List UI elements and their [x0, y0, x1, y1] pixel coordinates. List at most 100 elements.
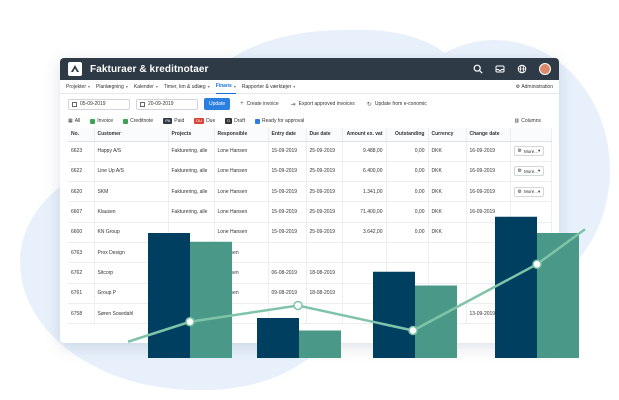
menu-item-timer[interactable]: Timer, km & udlæg ▾: [164, 80, 210, 94]
column-header[interactable]: Outstanding: [386, 128, 429, 142]
table-row[interactable]: 6758 Søren Sosedahl 101 13-09-2019: [68, 303, 552, 325]
table-row[interactable]: 6761 Group P Bertelsen 09-08-2019 18-08-2019: [68, 283, 552, 304]
cell-no: 6758: [68, 303, 95, 325]
cell-entry: [268, 303, 307, 325]
date-to-input[interactable]: 20-09-2019: [136, 98, 198, 110]
filter-creditnote[interactable]: Creditnote: [123, 118, 153, 124]
filter-draft[interactable]: D Draft: [225, 118, 245, 124]
draft-swatch-icon: D: [225, 118, 233, 124]
cell-customer: KN Group: [94, 222, 169, 243]
column-header[interactable]: No.: [68, 128, 95, 142]
cell-entry: 15-09-2019: [268, 201, 307, 223]
create-invoice-button[interactable]: + Create invoice: [240, 101, 278, 107]
cell-responsible: Lone Hansen: [214, 201, 269, 223]
cell-no: 6622: [68, 161, 95, 183]
avatar[interactable]: [539, 63, 551, 75]
more-button[interactable]: ⚙ More... ▾: [513, 186, 545, 197]
cell-currency: DKK: [428, 181, 467, 203]
columns-icon: ▥: [514, 118, 520, 124]
globe-icon[interactable]: [517, 64, 527, 74]
cell-amount: [342, 242, 387, 264]
more-button[interactable]: ⚙ More... ▾: [513, 166, 545, 177]
cell-no: 6623: [68, 141, 95, 162]
cell-no: 6763: [68, 242, 95, 264]
create-invoice-label: Create invoice: [246, 101, 279, 107]
filter-ready[interactable]: Ready for approval: [254, 118, 304, 124]
cell-customer: Group P: [94, 283, 169, 304]
table-row[interactable]: 6623 Happy A/S Fakturering, alle Lone Hanse…: [68, 141, 552, 162]
calendar-icon: [140, 101, 145, 107]
export-invoices-button[interactable]: ⇥ Export approved invoices: [291, 101, 355, 108]
column-header[interactable]: Currency: [428, 128, 467, 142]
cell-amount: 6.400,00: [342, 161, 387, 183]
table-row[interactable]: 6607 Klausen Fakturering, alle Lone Hansen 1…: [68, 201, 552, 223]
filter-paid[interactable]: PA Paid: [163, 118, 184, 124]
cell-action: [510, 303, 552, 325]
menu-item-planlaegning[interactable]: Planlægning ▾: [96, 80, 128, 94]
menu-item-kalender[interactable]: Kalender ▾: [134, 80, 158, 94]
table-row[interactable]: 6620 SKM Fakturering, alle Lone Hansen 15-09…: [68, 181, 552, 203]
cell-currency: [428, 242, 467, 264]
cell-entry: [268, 242, 307, 264]
cell-entry: 15-09-2019: [268, 141, 307, 162]
cell-no: 6600: [68, 222, 95, 243]
ready-swatch-icon: [254, 118, 260, 124]
more-label: More...: [523, 189, 538, 195]
search-icon[interactable]: [473, 64, 483, 74]
chevron-down-icon: ▾: [155, 84, 158, 89]
update-economic-button[interactable]: ↻ Update from e-conomic: [367, 101, 427, 108]
cell-due: [306, 242, 343, 264]
cell-outstanding: 0,00: [386, 222, 429, 243]
filter-draft-label: Draft: [234, 118, 245, 124]
column-header[interactable]: Entry date: [268, 128, 307, 142]
cell-project: [168, 303, 215, 325]
chevron-down-icon: ▾: [233, 83, 236, 89]
menu-item-rapporter[interactable]: Rapporter & værktøjer ▾: [242, 80, 295, 94]
chevron-down-icon: ▾: [538, 168, 541, 174]
filter-all[interactable]: ▦ All: [68, 118, 80, 124]
cell-amount: [342, 283, 387, 304]
column-header[interactable]: Customer: [94, 128, 169, 142]
table-row[interactable]: 6763 Prox Design Bertelsen: [68, 242, 552, 264]
filter-due-label: Due: [206, 118, 216, 124]
date-from-input[interactable]: 05-09-2019: [68, 98, 130, 110]
cell-change: [466, 283, 511, 304]
cell-responsible: Lone Hansen: [214, 161, 269, 183]
table-row[interactable]: 6762 Sitcorp Bertelsen 06-08-2019 18-08-2019: [68, 262, 552, 284]
cell-due: 25-09-2019: [306, 201, 343, 223]
cell-change: 16-09-2019: [466, 181, 511, 203]
cell-due: 25-09-2019: [306, 222, 343, 243]
cell-outstanding: 0,00: [386, 141, 429, 162]
menu-label: Kalender: [133, 83, 154, 90]
column-header[interactable]: Due date: [306, 128, 343, 142]
paid-swatch-icon: PA: [163, 118, 173, 124]
cell-due: 18-08-2019: [306, 283, 343, 304]
cell-entry: 15-09-2019: [268, 181, 307, 203]
column-header[interactable]: Change date: [466, 128, 511, 142]
more-button[interactable]: ⚙ More... ▾: [513, 146, 545, 157]
table-row[interactable]: 6600 KN Group Lone Hansen 15-09-2019 25-09-2…: [68, 222, 552, 243]
menu-label: Projekter: [66, 83, 87, 90]
inbox-icon[interactable]: [495, 64, 505, 74]
cell-currency: DKK: [428, 141, 467, 162]
column-header[interactable]: Responsible: [214, 128, 269, 142]
update-button[interactable]: Update: [204, 98, 231, 110]
menu-item-projekter[interactable]: Projekter ▾: [66, 80, 90, 94]
cell-change: [466, 222, 511, 243]
date-from-value: 05-09-2019: [80, 101, 106, 107]
menu-label: Timer, km & udlæg: [163, 83, 206, 90]
menu-item-finans[interactable]: Finans ▾: [215, 80, 236, 94]
app-logo-icon[interactable]: [68, 62, 82, 76]
filter-due[interactable]: DU Due: [194, 118, 215, 124]
cell-change: [466, 262, 511, 284]
column-header[interactable]: Projects: [168, 128, 215, 142]
table-row[interactable]: 6622 Line Up A/S Fakturering, alle Lone Han…: [68, 161, 552, 183]
administration-link[interactable]: ⚙ Administration: [516, 84, 553, 90]
cell-entry: 09-08-2019: [268, 283, 307, 304]
column-header[interactable]: Amount ex. vat: [342, 128, 387, 142]
columns-button[interactable]: ▥ Columns: [515, 118, 541, 124]
cell-action: ⚙ More... ▾: [510, 141, 552, 162]
cell-change: [466, 242, 511, 264]
filter-invoice[interactable]: Invoice: [90, 118, 113, 124]
column-header: [510, 128, 552, 142]
